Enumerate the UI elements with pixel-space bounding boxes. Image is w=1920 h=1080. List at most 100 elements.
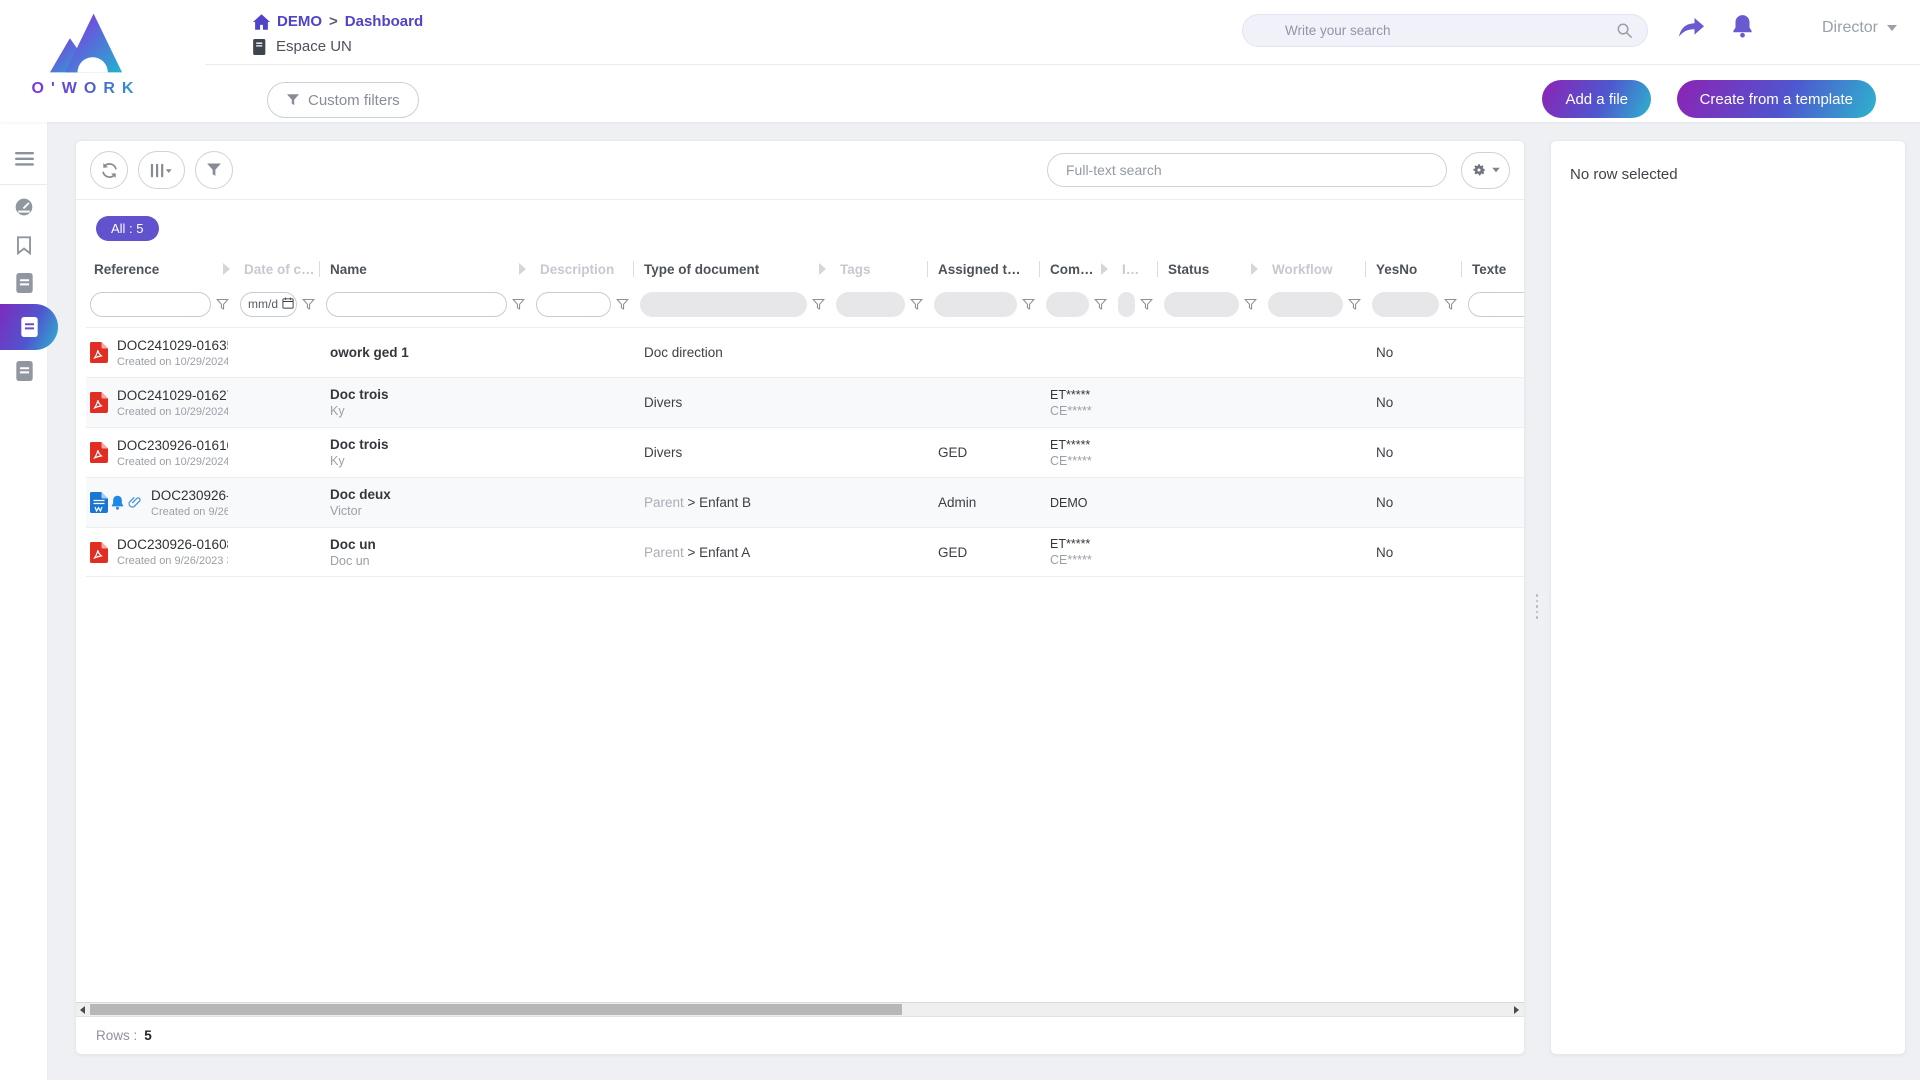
filter-disabled-tags (836, 292, 905, 317)
column-header-tags[interactable]: Tags (832, 253, 930, 285)
pdf-file-icon[interactable] (90, 542, 108, 563)
cell-name: Doc troisKy (322, 428, 532, 477)
created-date: Created on 9/26/2023 3:08:43 AM (117, 555, 228, 567)
column-header-description[interactable]: Description (532, 253, 636, 285)
table-row[interactable]: DOC241029-01627-0Created on 10/29/2024 1… (86, 377, 1524, 427)
menu-icon[interactable] (0, 140, 48, 178)
filter-input-reference[interactable] (90, 292, 211, 317)
filter-input-description[interactable] (536, 292, 611, 317)
notifications-bell-icon[interactable] (1732, 14, 1753, 43)
breadcrumb-current[interactable]: Dashboard (345, 13, 423, 30)
funnel-filter-icon[interactable] (512, 298, 525, 311)
cell-type: Parent > Enfant A (636, 528, 832, 576)
cell-i (1114, 428, 1160, 477)
cell-status (1160, 428, 1264, 477)
search-icon[interactable] (1616, 22, 1633, 44)
column-header-assigned[interactable]: Assigned t… (930, 253, 1042, 285)
funnel-filter-icon[interactable] (910, 298, 923, 311)
library-icon-2[interactable] (0, 352, 48, 390)
column-header-status[interactable]: Status (1160, 253, 1264, 285)
column-header-date[interactable]: Date of cr… (236, 253, 322, 285)
library-icon[interactable] (0, 264, 48, 302)
filter-disabled-i (1118, 292, 1135, 317)
columns-selector-button[interactable] (138, 151, 185, 189)
filter-cell-status (1160, 292, 1264, 317)
pdf-file-icon[interactable] (90, 392, 108, 413)
library-active-icon[interactable] (0, 304, 58, 350)
funnel-filter-icon[interactable] (1022, 298, 1035, 311)
create-from-template-button[interactable]: Create from a template (1677, 80, 1876, 118)
column-label: Type of document (644, 262, 819, 277)
column-label: Texte (1472, 262, 1524, 277)
funnel-filter-icon[interactable] (1094, 298, 1107, 311)
column-header-comp[interactable]: Comp… (1042, 253, 1114, 285)
reference-number: DOC230926-01610-3 (117, 438, 228, 453)
table-row[interactable]: DOC230926-01610-3Created on 10/29/2024 1… (86, 427, 1524, 477)
refresh-button[interactable] (90, 151, 128, 189)
horizontal-scrollbar[interactable] (76, 1002, 1524, 1017)
column-label: Assigned t… (938, 262, 1039, 277)
column-header-workflow[interactable]: Workflow (1264, 253, 1368, 285)
column-header-yesno[interactable]: YesNo (1368, 253, 1464, 285)
company-line1: ET***** (1050, 388, 1106, 402)
scrollbar-thumb[interactable] (90, 1004, 902, 1015)
row-icons (90, 542, 108, 563)
pdf-file-icon[interactable] (90, 442, 108, 463)
funnel-filter-icon[interactable] (302, 298, 315, 311)
cell-reference: DOC230926-01609-0Created on 9/26/2023 3:… (86, 478, 236, 527)
column-header-texte[interactable]: Texte (1464, 253, 1524, 285)
funnel-filter-icon[interactable] (1244, 298, 1257, 311)
yesno-value: No (1376, 395, 1456, 410)
funnel-filter-icon[interactable] (616, 298, 629, 311)
cell-assigned (930, 378, 1042, 427)
rows-count: 5 (144, 1028, 152, 1043)
funnel-filter-icon[interactable] (216, 298, 229, 311)
pdf-file-icon[interactable] (90, 342, 108, 363)
tab-all-badge[interactable]: All : 5 (96, 216, 159, 241)
filter-button[interactable] (195, 151, 233, 189)
add-file-button[interactable]: Add a file (1542, 80, 1651, 118)
panel-resize-handle[interactable] (1533, 594, 1541, 619)
scroll-left-arrow-icon[interactable] (80, 1006, 85, 1014)
table-settings-button[interactable] (1461, 152, 1510, 189)
cell-i (1114, 478, 1160, 527)
home-icon[interactable] (253, 14, 270, 30)
reference-number: DOC230926-01609-0 (151, 488, 228, 503)
share-icon[interactable] (1678, 17, 1705, 45)
bookmark-icon[interactable] (0, 226, 48, 264)
table-row[interactable]: DOC230926-01609-0Created on 9/26/2023 3:… (86, 477, 1524, 527)
user-role-label: Director (1822, 19, 1878, 37)
table-row[interactable]: DOC241029-01635-0Created on 10/29/2024 1… (86, 327, 1524, 377)
column-header-reference[interactable]: Reference (86, 253, 236, 285)
cell-texte (1464, 478, 1524, 527)
filter-cell-reference (86, 292, 236, 317)
document-name: Doc un (330, 537, 524, 552)
filter-input-name[interactable] (326, 292, 507, 317)
column-header-type[interactable]: Type of document (636, 253, 832, 285)
filter-disabled-assigned (934, 292, 1017, 317)
scroll-right-arrow-icon[interactable] (1514, 1006, 1519, 1014)
cell-comp (1042, 328, 1114, 377)
app-logo[interactable]: O'WORK (16, 6, 156, 98)
filter-date-date[interactable]: mm/d (240, 292, 297, 317)
funnel-filter-icon[interactable] (1444, 298, 1457, 311)
cell-date (236, 428, 322, 477)
filter-disabled-workflow (1268, 292, 1343, 317)
global-search-input[interactable] (1285, 15, 1605, 46)
custom-filters-button[interactable]: Custom filters (267, 82, 419, 118)
dashboard-gauge-icon[interactable] (0, 188, 48, 226)
funnel-filter-icon[interactable] (1348, 298, 1361, 311)
breadcrumb-root[interactable]: DEMO (277, 13, 322, 30)
funnel-filter-icon[interactable] (812, 298, 825, 311)
column-header-name[interactable]: Name (322, 253, 532, 285)
fulltext-search-input[interactable] (1048, 154, 1446, 186)
user-menu[interactable]: Director (1822, 19, 1897, 37)
table-toolbar (76, 141, 1524, 199)
cell-type: Divers (636, 378, 832, 427)
column-header-i[interactable]: I… (1114, 253, 1160, 285)
funnel-filter-icon[interactable] (1140, 298, 1153, 311)
filter-input-texte[interactable] (1468, 292, 1524, 317)
table-row[interactable]: DOC230926-01608-0Created on 9/26/2023 3:… (86, 527, 1524, 577)
word-file-icon[interactable] (90, 492, 108, 513)
column-divider (1157, 261, 1158, 277)
